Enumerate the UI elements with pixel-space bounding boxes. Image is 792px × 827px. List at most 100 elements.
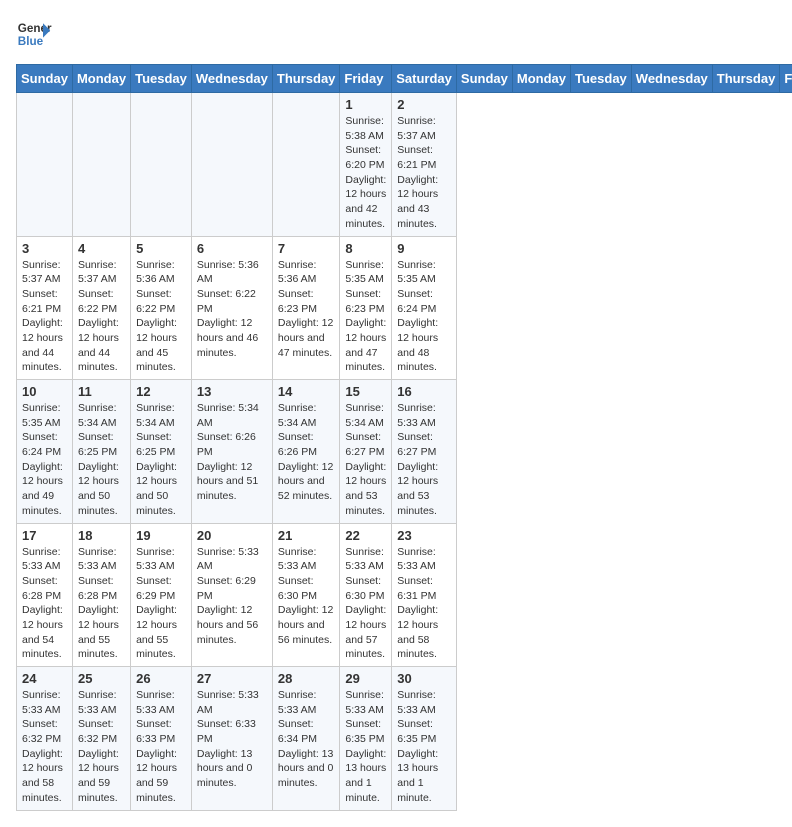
day-info: Sunrise: 5:33 AM Sunset: 6:28 PM Dayligh… (22, 545, 67, 663)
calendar-cell: 1 Sunrise: 5:38 AM Sunset: 6:20 PM Daylig… (340, 93, 392, 237)
day-number: 30 (397, 671, 451, 686)
day-number: 15 (345, 384, 386, 399)
day-number: 5 (136, 241, 186, 256)
calendar-cell: 11 Sunrise: 5:34 AM Sunset: 6:25 PM Dayli… (72, 380, 130, 524)
calendar-cell: 22 Sunrise: 5:33 AM Sunset: 6:30 PM Dayli… (340, 523, 392, 667)
day-info: Sunrise: 5:33 AM Sunset: 6:32 PM Dayligh… (22, 688, 67, 806)
day-info: Sunrise: 5:33 AM Sunset: 6:33 PM Dayligh… (197, 688, 267, 791)
calendar-cell: 12 Sunrise: 5:34 AM Sunset: 6:25 PM Dayli… (131, 380, 192, 524)
day-of-week-header: Friday (340, 65, 392, 93)
calendar-cell: 16 Sunrise: 5:33 AM Sunset: 6:27 PM Dayli… (392, 380, 457, 524)
calendar-cell: 21Sunrise: 5:33 AM Sunset: 6:30 PM Dayli… (272, 523, 340, 667)
calendar-cell: 5 Sunrise: 5:36 AM Sunset: 6:22 PM Daylig… (131, 236, 192, 380)
day-number: 4 (78, 241, 125, 256)
day-info: Sunrise: 5:33 AM Sunset: 6:29 PM Dayligh… (136, 545, 186, 663)
day-info: Sunrise: 5:36 AM Sunset: 6:23 PM Dayligh… (278, 258, 335, 361)
svg-text:Blue: Blue (18, 35, 44, 48)
calendar-cell: 8 Sunrise: 5:35 AM Sunset: 6:23 PM Daylig… (340, 236, 392, 380)
day-number: 22 (345, 528, 386, 543)
calendar-cell: 28Sunrise: 5:33 AM Sunset: 6:34 PM Dayli… (272, 667, 340, 811)
calendar-cell (17, 93, 73, 237)
day-number: 27 (197, 671, 267, 686)
day-info: Sunrise: 5:36 AM Sunset: 6:22 PM Dayligh… (136, 258, 186, 376)
day-info: Sunrise: 5:33 AM Sunset: 6:31 PM Dayligh… (397, 545, 451, 663)
calendar-cell: 17 Sunrise: 5:33 AM Sunset: 6:28 PM Dayli… (17, 523, 73, 667)
day-info: Sunrise: 5:33 AM Sunset: 6:28 PM Dayligh… (78, 545, 125, 663)
day-info: Sunrise: 5:35 AM Sunset: 6:24 PM Dayligh… (22, 401, 67, 519)
calendar-cell: 19 Sunrise: 5:33 AM Sunset: 6:29 PM Dayli… (131, 523, 192, 667)
day-number: 19 (136, 528, 186, 543)
day-of-week-header: Saturday (392, 65, 457, 93)
day-info: Sunrise: 5:36 AM Sunset: 6:22 PM Dayligh… (197, 258, 267, 361)
calendar-cell: 6 Sunrise: 5:36 AM Sunset: 6:22 PM Daylig… (191, 236, 272, 380)
day-info: Sunrise: 5:34 AM Sunset: 6:26 PM Dayligh… (278, 401, 335, 504)
day-info: Sunrise: 5:34 AM Sunset: 6:25 PM Dayligh… (136, 401, 186, 519)
day-of-week-header: Tuesday (131, 65, 192, 93)
day-info: Sunrise: 5:34 AM Sunset: 6:27 PM Dayligh… (345, 401, 386, 519)
day-info: Sunrise: 5:33 AM Sunset: 6:30 PM Dayligh… (345, 545, 386, 663)
day-number: 18 (78, 528, 125, 543)
day-of-week-header: Thursday (272, 65, 340, 93)
day-number: 10 (22, 384, 67, 399)
calendar-cell: 24Sunrise: 5:33 AM Sunset: 6:32 PM Dayli… (17, 667, 73, 811)
calendar-week-row: 10 Sunrise: 5:35 AM Sunset: 6:24 PM Dayli… (17, 380, 792, 524)
calendar-cell: 3Sunrise: 5:37 AM Sunset: 6:21 PM Daylig… (17, 236, 73, 380)
day-number: 28 (278, 671, 335, 686)
day-number: 7 (278, 241, 335, 256)
calendar-cell (72, 93, 130, 237)
calendar-cell: 30 Sunrise: 5:33 AM Sunset: 6:35 PM Dayli… (392, 667, 457, 811)
calendar-header-row: SundayMondayTuesdayWednesdayThursdayFrid… (17, 65, 792, 93)
calendar-cell (272, 93, 340, 237)
day-number: 1 (345, 97, 386, 112)
weekday-header: Monday (512, 65, 570, 93)
day-info: Sunrise: 5:34 AM Sunset: 6:26 PM Dayligh… (197, 401, 267, 504)
calendar-cell: 26 Sunrise: 5:33 AM Sunset: 6:33 PM Dayli… (131, 667, 192, 811)
day-number: 12 (136, 384, 186, 399)
day-number: 8 (345, 241, 386, 256)
day-number: 26 (136, 671, 186, 686)
day-info: Sunrise: 5:38 AM Sunset: 6:20 PM Dayligh… (345, 114, 386, 232)
day-number: 16 (397, 384, 451, 399)
day-number: 13 (197, 384, 267, 399)
day-info: Sunrise: 5:33 AM Sunset: 6:33 PM Dayligh… (136, 688, 186, 806)
day-info: Sunrise: 5:37 AM Sunset: 6:22 PM Dayligh… (78, 258, 125, 376)
day-number: 3 (22, 241, 67, 256)
calendar-cell (131, 93, 192, 237)
day-info: Sunrise: 5:37 AM Sunset: 6:21 PM Dayligh… (397, 114, 451, 232)
day-number: 29 (345, 671, 386, 686)
day-number: 17 (22, 528, 67, 543)
day-number: 14 (278, 384, 335, 399)
day-number: 11 (78, 384, 125, 399)
day-number: 20 (197, 528, 267, 543)
weekday-header: Wednesday (631, 65, 712, 93)
day-info: Sunrise: 5:35 AM Sunset: 6:23 PM Dayligh… (345, 258, 386, 376)
weekday-header: Friday (780, 65, 792, 93)
day-info: Sunrise: 5:33 AM Sunset: 6:27 PM Dayligh… (397, 401, 451, 519)
logo: General Blue (16, 16, 58, 52)
day-number: 9 (397, 241, 451, 256)
calendar-cell: 20Sunrise: 5:33 AM Sunset: 6:29 PM Dayli… (191, 523, 272, 667)
calendar-cell: 18 Sunrise: 5:33 AM Sunset: 6:28 PM Dayli… (72, 523, 130, 667)
day-info: Sunrise: 5:35 AM Sunset: 6:24 PM Dayligh… (397, 258, 451, 376)
calendar-cell: 15 Sunrise: 5:34 AM Sunset: 6:27 PM Dayli… (340, 380, 392, 524)
calendar-cell: 13 Sunrise: 5:34 AM Sunset: 6:26 PM Dayli… (191, 380, 272, 524)
day-info: Sunrise: 5:33 AM Sunset: 6:35 PM Dayligh… (397, 688, 451, 806)
calendar-cell (191, 93, 272, 237)
calendar-cell: 27 Sunrise: 5:33 AM Sunset: 6:33 PM Dayli… (191, 667, 272, 811)
day-number: 6 (197, 241, 267, 256)
calendar-cell: 14 Sunrise: 5:34 AM Sunset: 6:26 PM Dayli… (272, 380, 340, 524)
calendar-cell: 7 Sunrise: 5:36 AM Sunset: 6:23 PM Daylig… (272, 236, 340, 380)
calendar-week-row: 1 Sunrise: 5:38 AM Sunset: 6:20 PM Daylig… (17, 93, 792, 237)
day-number: 25 (78, 671, 125, 686)
day-info: Sunrise: 5:33 AM Sunset: 6:32 PM Dayligh… (78, 688, 125, 806)
calendar-cell: 9 Sunrise: 5:35 AM Sunset: 6:24 PM Daylig… (392, 236, 457, 380)
page-header: General Blue (16, 16, 776, 52)
day-of-week-header: Sunday (17, 65, 73, 93)
calendar-cell: 25 Sunrise: 5:33 AM Sunset: 6:32 PM Dayli… (72, 667, 130, 811)
day-number: 21 (278, 528, 335, 543)
day-of-week-header: Wednesday (191, 65, 272, 93)
day-number: 23 (397, 528, 451, 543)
calendar-week-row: 24Sunrise: 5:33 AM Sunset: 6:32 PM Dayli… (17, 667, 792, 811)
calendar-cell: 4 Sunrise: 5:37 AM Sunset: 6:22 PM Daylig… (72, 236, 130, 380)
day-info: Sunrise: 5:34 AM Sunset: 6:25 PM Dayligh… (78, 401, 125, 519)
